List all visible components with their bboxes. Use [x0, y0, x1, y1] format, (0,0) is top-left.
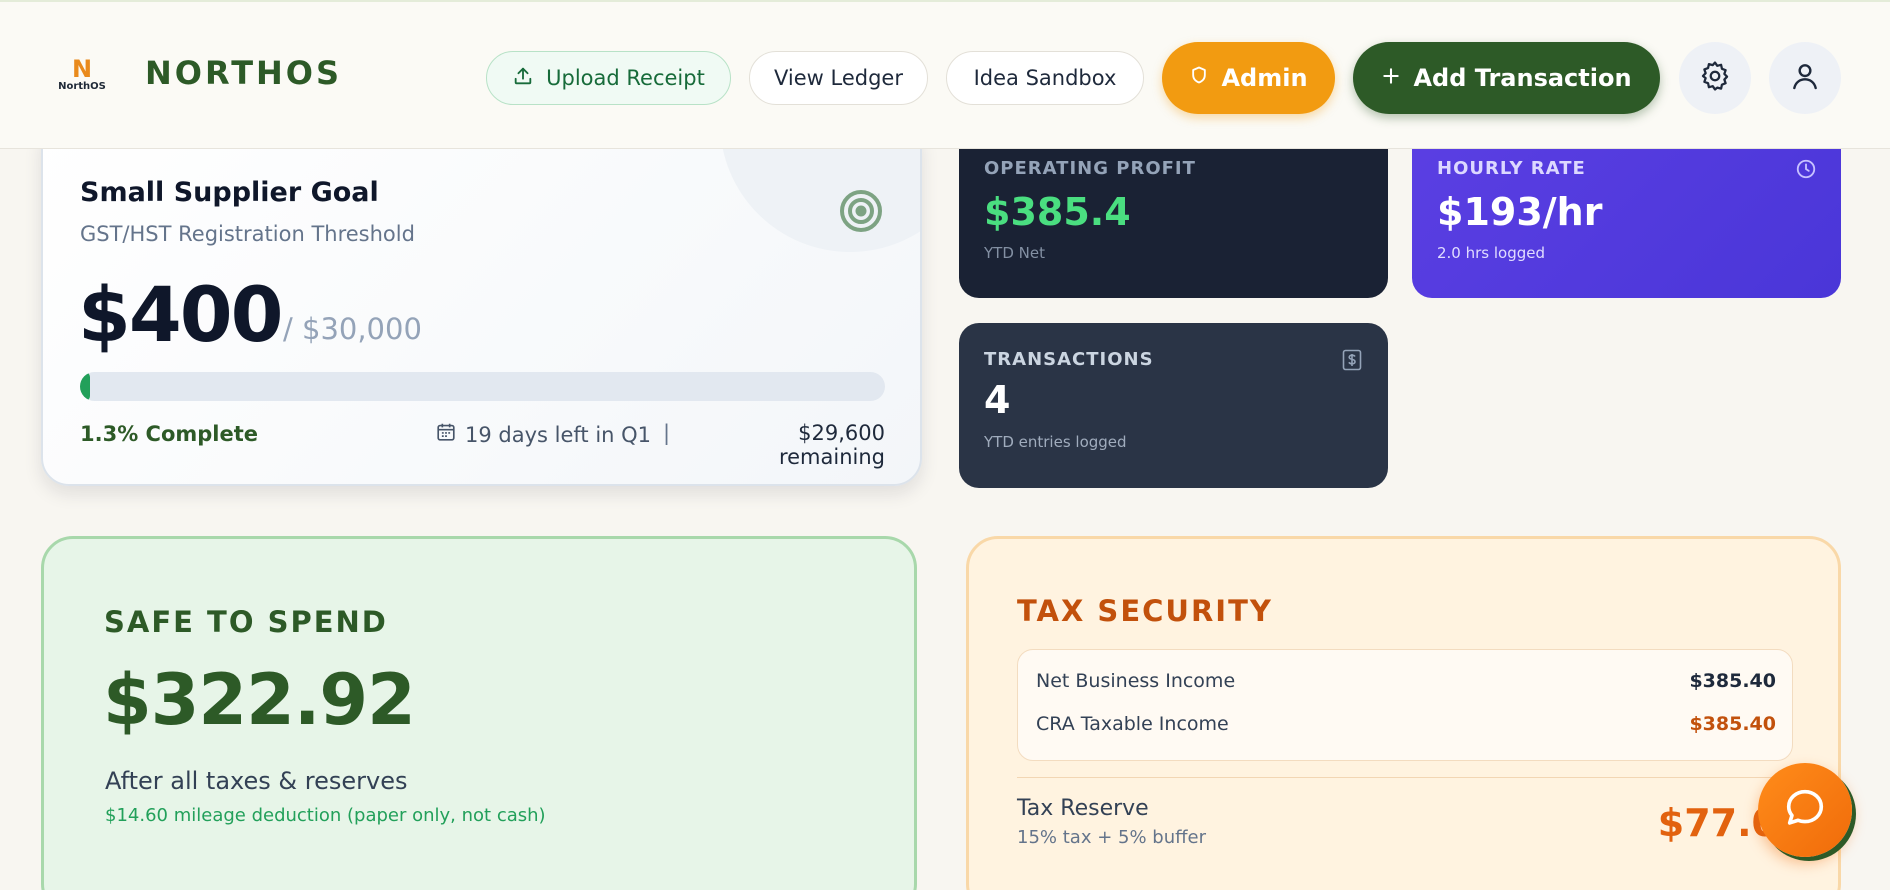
logo-small-text: NorthOS [58, 81, 106, 92]
net-business-income-label: Net Business Income [1036, 670, 1236, 692]
safe-to-spend-card: SAFE TO SPEND $322.92 After all taxes & … [41, 536, 917, 890]
brand-name: NORTHOS [145, 54, 343, 92]
upload-receipt-label: Upload Receipt [546, 66, 705, 90]
tax-security-card: TAX SECURITY Net Business Income $385.40… [966, 536, 1841, 890]
gear-icon [1698, 59, 1732, 97]
safe-to-spend-after: After all taxes & reserves [105, 767, 408, 795]
hourly-rate-value: $193/hr [1437, 190, 1603, 234]
admin-label: Admin [1221, 64, 1308, 92]
goal-complete-label: 1.3% Complete [80, 422, 259, 446]
cra-taxable-income-label: CRA Taxable Income [1036, 713, 1229, 735]
net-business-income-row: Net Business Income $385.40 [1036, 670, 1776, 692]
plus-icon [1381, 64, 1401, 92]
profile-button[interactable] [1769, 42, 1841, 114]
top-bar: N NorthOS NORTHOS Upload Receipt View Le… [0, 0, 1890, 149]
northos-logo[interactable]: N NorthOS [54, 57, 110, 97]
shield-icon [1189, 64, 1209, 92]
goal-subtitle: GST/HST Registration Threshold [80, 222, 415, 246]
tax-income-box: Net Business Income $385.40 CRA Taxable … [1017, 649, 1793, 761]
operating-profit-label: OPERATING PROFIT [984, 158, 1196, 179]
safe-to-spend-label: SAFE TO SPEND [104, 605, 388, 639]
small-supplier-goal-card: Small Supplier Goal GST/HST Registration… [41, 120, 922, 486]
safe-to-spend-amount: $322.92 [103, 659, 416, 741]
mileage-deduction-note: $14.60 mileage deduction (paper only, no… [105, 805, 546, 826]
idea-sandbox-label: Idea Sandbox [973, 66, 1117, 90]
goal-title: Small Supplier Goal [80, 177, 379, 208]
view-ledger-label: View Ledger [774, 66, 903, 90]
view-ledger-button[interactable]: View Ledger [749, 51, 928, 105]
settings-button[interactable] [1679, 42, 1751, 114]
operating-profit-note: YTD Net [984, 244, 1045, 262]
chat-bubble-icon [1782, 785, 1828, 835]
admin-button[interactable]: Admin [1162, 42, 1335, 114]
transactions-value: 4 [984, 378, 1011, 422]
goal-separator: | [663, 421, 671, 445]
clock-icon [1795, 158, 1817, 184]
add-transaction-label: Add Transaction [1413, 64, 1632, 92]
hourly-rate-note: 2.0 hrs logged [1437, 244, 1546, 262]
calendar-icon [435, 421, 457, 448]
tax-reserve-subtitle: 15% tax + 5% buffer [1017, 827, 1206, 848]
hourly-rate-label: HOURLY RATE [1437, 158, 1586, 179]
tax-divider [1017, 777, 1793, 778]
goal-days-left: 19 days left in Q1 [435, 421, 651, 448]
add-transaction-button[interactable]: Add Transaction [1353, 42, 1660, 114]
goal-remaining: $29,600 remaining [778, 421, 885, 469]
goal-target-amount: / $30,000 [283, 312, 422, 346]
goal-progress-bar [80, 372, 885, 401]
goal-days-left-text: 19 days left in Q1 [465, 422, 652, 447]
operating-profit-value: $385.4 [984, 190, 1131, 234]
goal-progress-fill [80, 372, 91, 401]
tax-security-label: TAX SECURITY [1017, 594, 1273, 628]
transactions-card: TRANSACTIONS 4 YTD entries logged [959, 323, 1388, 488]
target-icon [838, 188, 884, 238]
user-icon [1789, 60, 1821, 96]
transactions-label: TRANSACTIONS [984, 349, 1154, 370]
upload-icon [512, 65, 534, 92]
logo-glyph: N [71, 55, 93, 83]
idea-sandbox-button[interactable]: Idea Sandbox [946, 51, 1144, 105]
cra-taxable-income-row: CRA Taxable Income $385.40 [1036, 713, 1776, 735]
receipt-icon [1342, 349, 1362, 375]
net-business-income-value: $385.40 [1689, 670, 1776, 692]
transactions-note: YTD entries logged [984, 433, 1127, 451]
tax-reserve-label: Tax Reserve [1017, 796, 1149, 821]
chat-assistant-button[interactable] [1758, 763, 1852, 857]
goal-current-amount: $400 [78, 270, 284, 359]
upload-receipt-button[interactable]: Upload Receipt [486, 51, 731, 105]
cra-taxable-income-value: $385.40 [1689, 713, 1776, 735]
